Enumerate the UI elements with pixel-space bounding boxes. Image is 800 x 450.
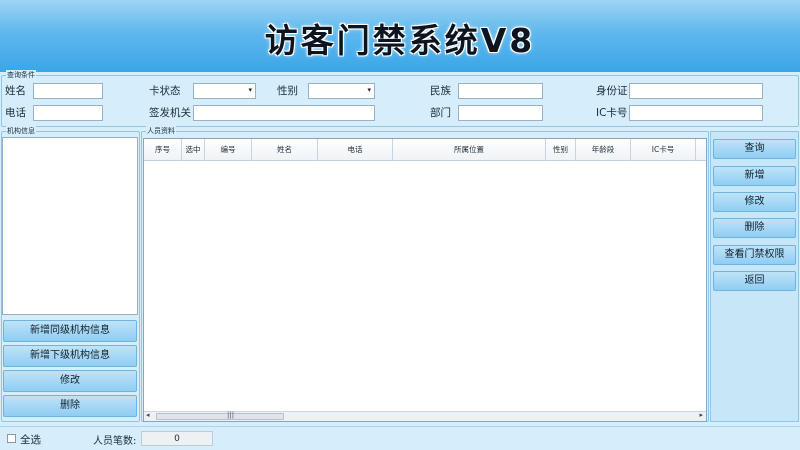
- department-input[interactable]: [458, 105, 543, 121]
- phone-input[interactable]: [33, 105, 103, 121]
- back-button[interactable]: 返回: [713, 271, 796, 291]
- horizontal-scrollbar[interactable]: ◂ ||| ▸: [144, 411, 706, 421]
- id-card-input[interactable]: [629, 83, 763, 99]
- name-label: 姓名: [5, 85, 26, 97]
- view-door-permissions-button[interactable]: 查看门禁权限: [713, 245, 796, 265]
- column-header-number[interactable]: 编号: [205, 139, 252, 161]
- personnel-group-title: 人员资料: [146, 126, 176, 136]
- gender-label: 性别: [277, 85, 298, 97]
- table-header: 序号 选中 编号 姓名 电话 所属位置 性别 年龄段 IC卡号: [144, 139, 706, 161]
- query-group-title: 查询条件: [6, 70, 36, 80]
- add-same-level-org-button[interactable]: 新增同级机构信息: [3, 320, 137, 342]
- add-sub-level-org-button[interactable]: 新增下级机构信息: [3, 345, 137, 367]
- column-header-gender[interactable]: 性别: [546, 139, 576, 161]
- column-header-selected[interactable]: 选中: [182, 139, 205, 161]
- phone-label: 电话: [5, 107, 26, 119]
- query-button[interactable]: 查询: [713, 139, 796, 159]
- delete-button[interactable]: 删除: [713, 218, 796, 238]
- column-header-location[interactable]: 所属位置: [393, 139, 546, 161]
- scroll-right-icon[interactable]: ▸: [699, 411, 703, 419]
- ethnicity-input[interactable]: [458, 83, 543, 99]
- record-count-value: 0: [141, 431, 213, 446]
- add-button[interactable]: 新增: [713, 166, 796, 186]
- column-header-seq[interactable]: 序号: [144, 139, 182, 161]
- delete-org-button[interactable]: 删除: [3, 395, 137, 417]
- edit-org-button[interactable]: 修改: [3, 370, 137, 392]
- dropdown-arrow-icon: ▾: [248, 86, 252, 94]
- column-header-phone[interactable]: 电话: [318, 139, 393, 161]
- issuer-input[interactable]: [193, 105, 375, 121]
- edit-button[interactable]: 修改: [713, 192, 796, 212]
- ethnicity-label: 民族: [430, 85, 451, 97]
- column-header-name[interactable]: 姓名: [252, 139, 318, 161]
- org-group-title: 机构信息: [6, 126, 36, 136]
- status-bar: 全选 人员笔数: 0: [0, 426, 800, 450]
- department-label: 部门: [430, 107, 451, 119]
- card-status-label: 卡状态: [149, 85, 181, 97]
- dropdown-arrow-icon: ▾: [367, 86, 371, 94]
- app-title: 访客门禁系统V8: [264, 21, 536, 60]
- id-card-label: 身份证: [596, 85, 628, 97]
- scroll-left-icon[interactable]: ◂: [146, 411, 150, 419]
- card-status-select[interactable]: ▾: [193, 83, 256, 99]
- org-tree[interactable]: [2, 137, 138, 315]
- scroll-grip-icon: |||: [227, 411, 235, 419]
- column-header-age-group[interactable]: 年龄段: [576, 139, 631, 161]
- personnel-table[interactable]: 序号 选中 编号 姓名 电话 所属位置 性别 年龄段 IC卡号 ◂ ||| ▸: [143, 138, 707, 422]
- select-all-checkbox[interactable]: [7, 434, 16, 443]
- gender-select[interactable]: ▾: [308, 83, 375, 99]
- record-count-label: 人员笔数:: [93, 436, 137, 447]
- scrollbar-thumb[interactable]: |||: [156, 411, 284, 420]
- select-all-label[interactable]: 全选: [20, 432, 41, 447]
- issuer-label: 签发机关: [149, 107, 191, 119]
- ic-card-input[interactable]: [629, 105, 763, 121]
- name-input[interactable]: [33, 83, 103, 99]
- title-bar: 访客门禁系统V8: [0, 0, 800, 72]
- column-header-ic-card[interactable]: IC卡号: [631, 139, 696, 161]
- ic-card-label: IC卡号: [596, 107, 628, 119]
